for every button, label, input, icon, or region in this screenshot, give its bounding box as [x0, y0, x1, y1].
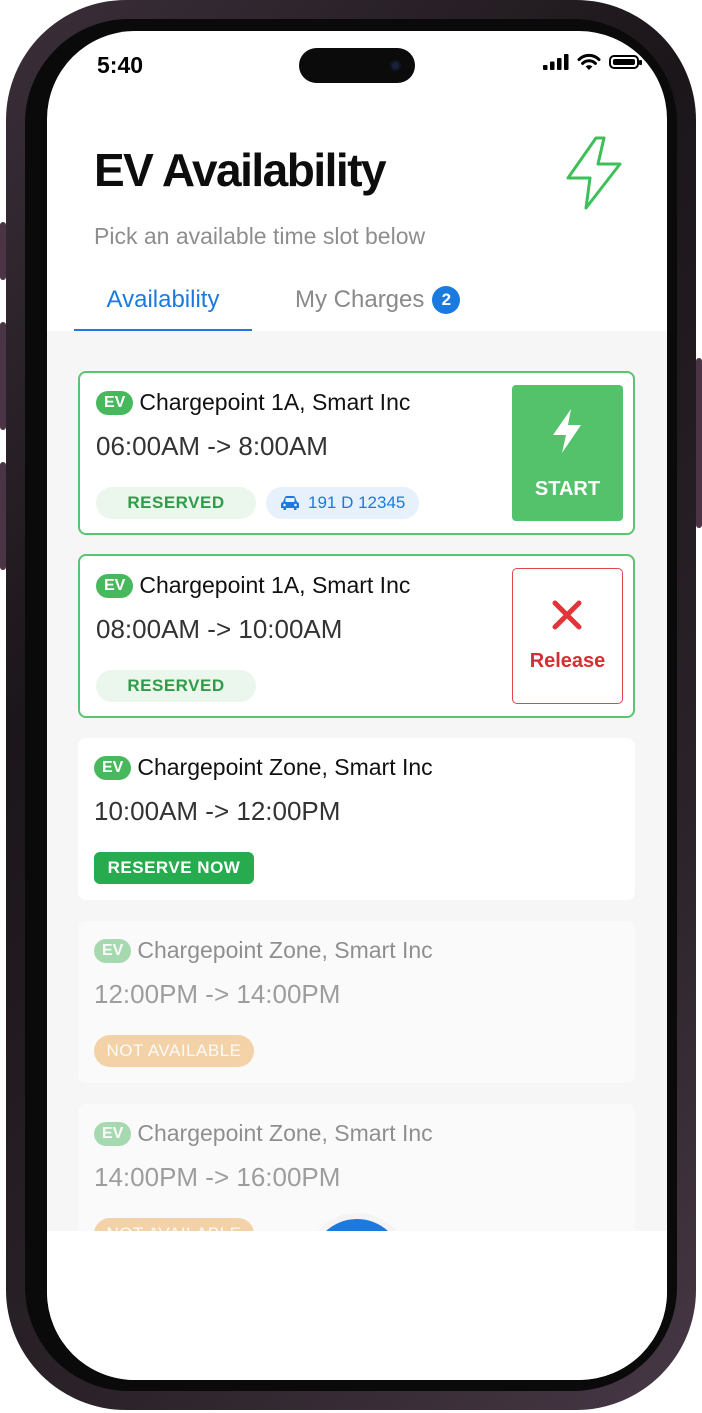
- release-button-label: Release: [529, 650, 606, 672]
- slot-time: 10:00AM -> 12:00PM: [94, 796, 341, 826]
- page-subtitle: Pick an available time slot below: [94, 223, 426, 249]
- ev-tag: EV: [94, 1121, 132, 1146]
- charges-count-badge: 2: [432, 286, 461, 314]
- start-button-label: START: [534, 478, 601, 500]
- ev-tag: EV: [94, 938, 132, 963]
- slot-title: EV Chargepoint 1A, Smart Inc: [96, 572, 410, 599]
- ev-tag: EV: [96, 573, 134, 598]
- slot-location: Chargepoint Zone, Smart Inc: [137, 1120, 433, 1146]
- lightning-bolt-icon: [566, 136, 622, 210]
- wifi-icon: [577, 53, 601, 70]
- bottom-bar: [47, 1231, 667, 1380]
- slot-location: Chargepoint Zone, Smart Inc: [137, 937, 433, 963]
- dynamic-island: [299, 48, 415, 83]
- slot-card: EV Chargepoint 1A, Smart Inc 06:00AM -> …: [78, 371, 635, 535]
- car-icon: [281, 496, 299, 510]
- plate-badge: 191 D 12345: [266, 487, 420, 519]
- ev-tag: EV: [96, 390, 134, 415]
- status-badge: RESERVED: [96, 487, 256, 519]
- status-icons: [543, 53, 642, 71]
- slot-time: 14:00PM -> 16:00PM: [94, 1162, 341, 1192]
- slot-title: EV Chargepoint Zone, Smart Inc: [94, 1120, 433, 1147]
- lightning-bolt-icon: [553, 409, 581, 453]
- plate-number: 191 D 12345: [308, 493, 406, 512]
- screen: 5:40 EV Availability Pick an available t…: [47, 31, 667, 1380]
- tab-my-charges-label: My Charges: [295, 286, 425, 313]
- battery-icon: [609, 55, 642, 69]
- tab-availability[interactable]: Availability: [74, 281, 252, 332]
- signal-icon: [543, 54, 569, 70]
- slot-time: 12:00PM -> 14:00PM: [94, 979, 341, 1009]
- tab-my-charges[interactable]: My Charges 2: [295, 281, 461, 329]
- slot-location: Chargepoint 1A, Smart Inc: [139, 389, 411, 415]
- slot-card: EV Chargepoint Zone, Smart Inc 10:00AM -…: [78, 738, 635, 900]
- slot-location: Chargepoint 1A, Smart Inc: [139, 572, 411, 598]
- page-title: EV Availability: [94, 144, 387, 196]
- slot-list[interactable]: EV Chargepoint 1A, Smart Inc 06:00AM -> …: [47, 331, 667, 1266]
- slot-title: EV Chargepoint Zone, Smart Inc: [94, 754, 433, 781]
- slot-location: Chargepoint Zone, Smart Inc: [137, 754, 433, 780]
- slot-time: 08:00AM -> 10:00AM: [96, 614, 343, 644]
- phone-frame: 5:40 EV Availability Pick an available t…: [0, 0, 702, 1410]
- side-button-volume-down: [0, 462, 6, 570]
- status-badge: RESERVED: [96, 670, 256, 702]
- side-button-volume-up: [0, 322, 6, 430]
- slot-title: EV Chargepoint Zone, Smart Inc: [94, 937, 433, 964]
- ev-tag: EV: [94, 755, 132, 780]
- reserve-now-button[interactable]: RESERVE NOW: [94, 852, 254, 884]
- slot-time: 06:00AM -> 8:00AM: [96, 431, 328, 461]
- side-button-action: [0, 222, 6, 280]
- side-button-power: [696, 358, 702, 528]
- status-badge: NOT AVAILABLE: [94, 1035, 254, 1067]
- status-time: 5:40: [97, 52, 144, 78]
- slot-card: EV Chargepoint 1A, Smart Inc 08:00AM -> …: [78, 554, 635, 718]
- close-icon: [552, 600, 582, 630]
- slot-title: EV Chargepoint 1A, Smart Inc: [96, 389, 410, 416]
- start-button[interactable]: START: [512, 385, 623, 521]
- tab-bar: Availability My Charges 2: [47, 281, 667, 332]
- slot-card: EV Chargepoint Zone, Smart Inc 12:00PM -…: [78, 921, 635, 1083]
- camera-icon: [390, 60, 401, 71]
- release-button[interactable]: Release: [512, 568, 623, 704]
